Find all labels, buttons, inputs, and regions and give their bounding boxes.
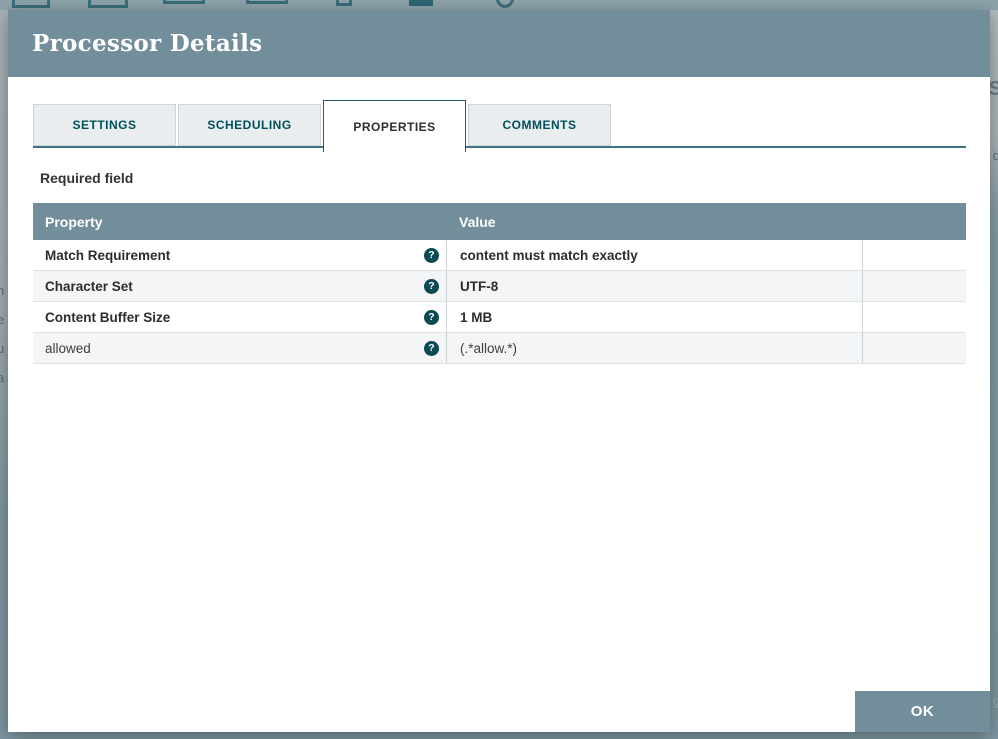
dialog-header: Processor Details xyxy=(8,10,990,77)
property-value: content must match exactly xyxy=(460,247,638,263)
column-header-property: Property xyxy=(45,213,103,230)
property-value-cell: UTF-8 xyxy=(447,271,863,301)
nifi-screen: n e u a S d g Processor Details SETTINGS… xyxy=(0,0,998,739)
property-name: Match Requirement xyxy=(45,247,171,263)
tab-scheduling[interactable]: SCHEDULING xyxy=(178,104,321,146)
tab-comments[interactable]: COMMENTS xyxy=(468,104,611,146)
processor-details-dialog: Processor Details SETTINGS SCHEDULING PROP… xyxy=(8,10,990,732)
property-row[interactable]: Match Requirement? content must match exa… xyxy=(33,240,966,271)
bg-text-fragment: e xyxy=(0,312,5,327)
property-extra-cell xyxy=(863,302,966,332)
input-port-icon xyxy=(88,0,128,8)
output-port-icon xyxy=(336,0,352,6)
property-name: Content Buffer Size xyxy=(45,309,171,325)
bg-text-fragment: a xyxy=(0,370,5,385)
tab-properties[interactable]: PROPERTIES xyxy=(323,100,466,152)
bg-text-fragment: d xyxy=(992,148,998,163)
property-row[interactable]: Character Set? UTF-8 xyxy=(33,271,966,302)
help-icon[interactable]: ? xyxy=(424,340,439,356)
property-value-cell: content must match exactly xyxy=(447,240,863,270)
property-value: UTF-8 xyxy=(460,278,499,294)
process-group-icon xyxy=(163,0,205,4)
property-row[interactable]: Content Buffer Size? 1 MB xyxy=(33,302,966,333)
property-value: 1 MB xyxy=(460,309,493,325)
property-name-cell: Match Requirement? xyxy=(33,240,447,270)
property-name-cell: allowed? xyxy=(33,333,447,363)
processor-icon xyxy=(12,0,50,8)
bg-text-fragment: g xyxy=(992,693,998,708)
ok-button[interactable]: OK xyxy=(855,691,990,732)
property-value-cell: (.*allow.*) xyxy=(447,333,863,363)
bg-text-fragment: n xyxy=(0,283,5,298)
funnel-icon xyxy=(409,0,433,6)
properties-table: Property Value Match Requirement? content… xyxy=(33,203,966,364)
help-icon[interactable]: ? xyxy=(424,278,439,294)
template-icon xyxy=(495,0,515,8)
remote-process-group-icon xyxy=(246,0,288,4)
bg-text-fragment: S xyxy=(988,78,998,100)
property-value: (.*allow.*) xyxy=(460,340,518,356)
properties-table-header: Property Value xyxy=(33,203,966,240)
column-header-value: Value xyxy=(459,213,496,230)
property-name-cell: Character Set? xyxy=(33,271,447,301)
property-extra-cell xyxy=(863,240,966,270)
tab-underline xyxy=(33,146,966,148)
property-extra-cell xyxy=(863,333,966,363)
property-value-cell: 1 MB xyxy=(447,302,863,332)
property-name-cell: Content Buffer Size? xyxy=(33,302,447,332)
help-icon[interactable]: ? xyxy=(424,247,439,263)
help-icon[interactable]: ? xyxy=(424,309,439,325)
required-field-note: Required field xyxy=(40,170,134,186)
tab-bar: SETTINGS SCHEDULING PROPERTIES COMMENTS xyxy=(33,100,966,152)
property-extra-cell xyxy=(863,271,966,301)
tab-settings[interactable]: SETTINGS xyxy=(33,104,176,146)
dialog-title: Processor Details xyxy=(32,30,263,57)
property-name: allowed xyxy=(45,340,91,356)
canvas-toolbar-strip xyxy=(0,0,998,10)
background-right-strip xyxy=(989,10,998,739)
bg-text-fragment: u xyxy=(0,341,5,356)
property-row[interactable]: allowed? (.*allow.*) xyxy=(33,333,966,364)
properties-table-body: Match Requirement? content must match exa… xyxy=(33,240,966,364)
property-name: Character Set xyxy=(45,278,133,294)
